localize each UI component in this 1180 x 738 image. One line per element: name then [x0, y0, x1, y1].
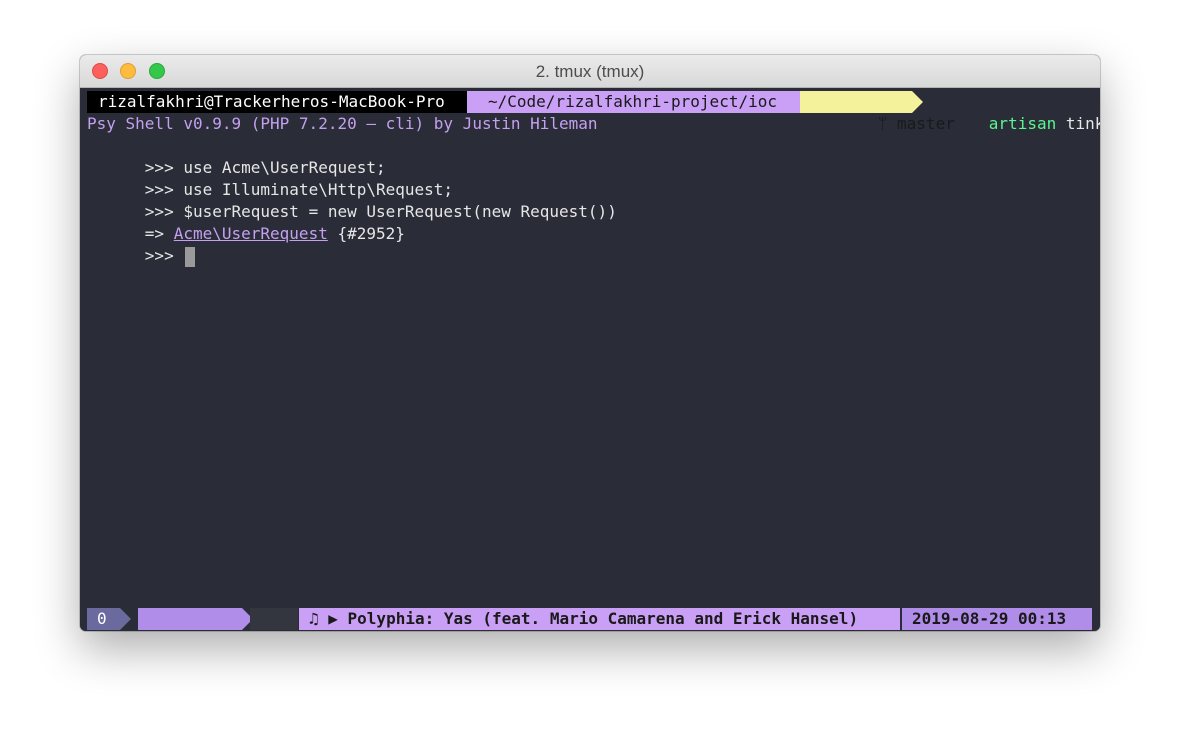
now-playing: ♫ ▶ Polyphia: Yas (feat. Mario Camarena … — [299, 608, 900, 630]
prompt-user-host: rizalfakhri@Trackerheros-MacBook-Pro — [87, 91, 467, 113]
status-separator-arrow — [120, 608, 131, 630]
command-arg: tinker — [1065, 114, 1100, 133]
status-spacer — [250, 608, 298, 630]
repl-line: >>> use Acme\UserRequest; — [87, 135, 386, 177]
repl-line: >>> $userRequest = new UserRequest(new R… — [87, 179, 617, 221]
window-title: 2. tmux (tmux) — [535, 62, 645, 81]
psysh-banner: Psy Shell v0.9.9 (PHP 7.2.20 — cli) by J… — [87, 114, 598, 133]
prompt-path: ~/Code/rizalfakhri-project/ioc — [467, 91, 800, 113]
tmux-session-index[interactable]: 0 — [87, 608, 120, 630]
terminal-content[interactable]: rizalfakhri@Trackerheros-MacBook-Pro ~/C… — [80, 88, 1100, 631]
tmux-window-tab[interactable]: 0 ❯ php — [138, 608, 242, 630]
terminal-window: 2. tmux (tmux) rizalfakhri@Trackerheros-… — [80, 55, 1100, 631]
git-branch-icon: ᛘ — [877, 114, 898, 133]
prompt-command: artisan tinker — [931, 91, 1100, 133]
title-bar[interactable]: 2. tmux (tmux) — [80, 55, 1100, 88]
result-class-link[interactable]: Acme\UserRequest — [174, 224, 328, 243]
status-datetime: 2019-08-29 00:13 — [902, 608, 1092, 630]
result-object-id: {#2952} — [337, 224, 405, 243]
repl-line: >>> use Illuminate\Http\Request; — [87, 157, 453, 199]
prompt-git-branch: ᛘ master — [800, 91, 955, 133]
prompt-separator-arrow — [912, 91, 923, 113]
command-name: artisan — [988, 114, 1057, 133]
repl-result: => Acme\UserRequest {#2952} — [87, 201, 405, 243]
repl-input-line[interactable]: >>> — [87, 223, 196, 267]
text-cursor[interactable] — [185, 246, 196, 267]
tmux-status-bar: 0 0 ❯ php ♫ ▶ Polyphia: Yas (feat. Mario… — [80, 606, 1100, 630]
repl-prompt: >>> — [144, 246, 174, 265]
